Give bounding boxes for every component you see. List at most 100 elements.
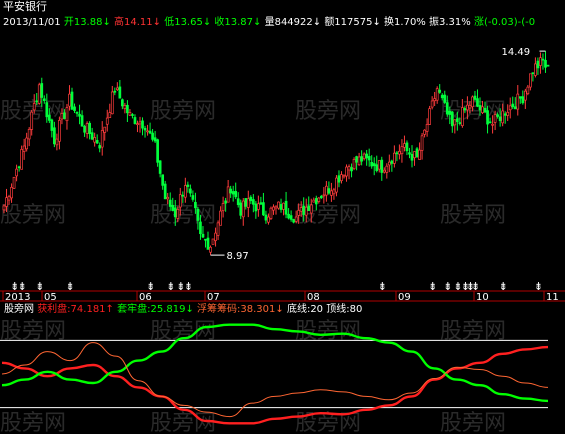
- candle-body: [529, 73, 532, 88]
- candle-body: [30, 111, 34, 130]
- candle-body: [239, 202, 243, 216]
- candle-body: [307, 205, 311, 211]
- candle-body: [531, 72, 535, 75]
- candle-body: [55, 138, 59, 146]
- candle-body: [481, 106, 484, 114]
- candle-body: [508, 105, 512, 111]
- candle-body: [267, 216, 270, 223]
- candle-body: [209, 246, 212, 253]
- candle-body: [73, 106, 76, 111]
- candle-body: [377, 160, 381, 170]
- candle-body: [367, 156, 371, 161]
- candle-body: [173, 207, 177, 218]
- candle-body: [15, 168, 18, 177]
- candle-body: [83, 126, 86, 133]
- candle-body: [131, 114, 134, 116]
- candle-body: [204, 238, 207, 241]
- ohlc-header: 2013/11/01 开13.88↓ 高14.11↓ 低13.65↓ 收13.8…: [3, 15, 535, 28]
- candle-body: [314, 198, 318, 205]
- candle-body: [161, 174, 165, 186]
- candle-body: [176, 209, 180, 219]
- candle-body: [398, 151, 401, 155]
- candle-body: [153, 137, 157, 142]
- candle-body: [345, 166, 348, 177]
- candle-body: [259, 202, 263, 205]
- candle-body: [289, 215, 293, 220]
- candle-body: [85, 123, 89, 134]
- candle-body: [126, 104, 129, 114]
- candle-body: [410, 153, 414, 161]
- candle-body: [506, 111, 510, 116]
- candle-body: [380, 159, 384, 173]
- month-label: 2013: [5, 292, 30, 303]
- candle-body: [216, 222, 220, 236]
- candle-body: [420, 135, 424, 151]
- candle-body: [100, 130, 104, 148]
- candle-body: [272, 206, 275, 211]
- candle-body: [425, 124, 429, 132]
- candle-body: [123, 105, 127, 109]
- candle-body: [274, 205, 278, 209]
- candle-body: [194, 201, 197, 209]
- candle-body: [337, 175, 341, 183]
- candle-body: [128, 112, 132, 116]
- candle-body: [80, 115, 84, 127]
- candle-body: [463, 108, 467, 111]
- stock-title: 平安银行: [3, 0, 47, 13]
- candle-body: [191, 195, 195, 200]
- header-item-5: 额117575↓: [324, 15, 384, 28]
- indicator-item-0: 获利盘:74.181↑: [37, 302, 117, 315]
- candle-body: [523, 90, 527, 101]
- stock-chart: 股旁网 股旁网 股旁网 股旁网股旁网 股旁网 股旁网 股旁网股旁网 股旁网 股旁网 股旁网股旁网股…: [0, 0, 565, 434]
- header-date: 2013/11/01: [3, 17, 64, 28]
- candle-body: [294, 216, 298, 222]
- candle-body: [146, 130, 149, 133]
- indicator-item-1: 套牢盘:25.819↓: [117, 302, 197, 315]
- candle-body: [211, 238, 215, 245]
- candle-body: [78, 113, 81, 117]
- candle-body: [277, 201, 280, 209]
- candle-body: [60, 113, 64, 120]
- candle-body: [330, 190, 333, 196]
- candle-body: [118, 86, 122, 99]
- candle-body: [513, 106, 517, 110]
- candle-body: [158, 160, 162, 174]
- candle-body: [403, 143, 406, 148]
- header-item-6: 换1.70%: [384, 15, 429, 28]
- candle-body: [113, 90, 117, 93]
- candle-body: [287, 213, 290, 219]
- header-item-4: 量844922↓: [265, 16, 325, 28]
- candle-body: [317, 197, 321, 202]
- candle-body: [32, 103, 36, 111]
- candle-body: [93, 137, 97, 143]
- candle-body: [473, 95, 477, 100]
- candle-body: [168, 199, 172, 207]
- candle-body: [196, 208, 200, 221]
- candle-body: [372, 163, 376, 167]
- candle-body: [292, 219, 295, 223]
- candle-body: [327, 188, 331, 194]
- indicator-item-4: 顶线:80: [326, 302, 362, 315]
- candle-body: [335, 177, 338, 193]
- candle-body: [385, 165, 389, 173]
- candle-body: [526, 86, 530, 95]
- candle-body: [88, 122, 91, 135]
- candle-body: [95, 140, 99, 144]
- candle-body: [466, 104, 469, 111]
- candle-body: [181, 194, 185, 197]
- watermark-text: 股旁网: [150, 203, 216, 228]
- candle-body: [186, 184, 190, 187]
- candle-body: [478, 105, 482, 111]
- candle-body: [264, 214, 268, 221]
- candle-body: [536, 60, 540, 69]
- candle-body: [206, 237, 210, 250]
- candle-body: [501, 110, 505, 124]
- candle-body: [22, 145, 26, 152]
- candle-body: [20, 149, 23, 170]
- candle-body: [108, 112, 112, 118]
- candle-body: [390, 160, 394, 164]
- candle-body: [103, 126, 107, 133]
- indicator-item-3: 底线:20: [287, 302, 326, 315]
- candle-body: [138, 121, 142, 125]
- candle-body: [428, 108, 431, 125]
